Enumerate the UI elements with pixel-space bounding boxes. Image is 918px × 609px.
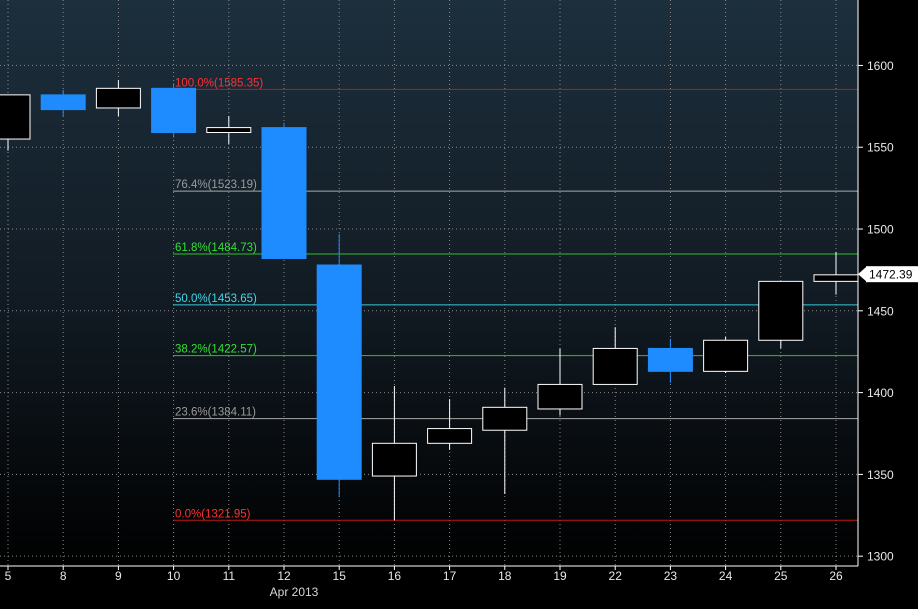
x-tick-label: 10 [167,569,181,583]
x-tick-label: 23 [664,569,678,583]
x-tick-label: 8 [60,569,67,583]
x-tick-label: 19 [553,569,567,583]
fib-level-label: 61.8%(1484.73) [175,242,257,254]
x-tick-label: 9 [115,569,122,583]
x-tick-label: 15 [333,569,347,583]
fib-level-label: 0.0%(1321.95) [175,508,251,520]
x-tick-label: 16 [388,569,402,583]
x-tick-label: 12 [277,569,291,583]
candle-body [261,127,307,259]
x-tick-label: 17 [443,569,457,583]
candle-body [703,339,749,372]
x-tick-label: 26 [829,569,843,583]
x-tick-label: 18 [498,569,512,583]
fib-level-label: 50.0%(1453.65) [175,293,257,305]
candle-body [371,442,417,477]
candle-body [758,280,804,341]
candle-body [316,264,362,480]
x-tick-label: 22 [609,569,623,583]
y-tick-label: 1300 [867,550,894,564]
x-tick-label: 25 [774,569,788,583]
y-tick-label: 1550 [867,141,894,155]
x-tick-label: 5 [5,569,12,583]
x-tick-label: 11 [223,569,236,583]
candle-body [206,127,252,134]
candle-body [151,87,197,134]
fib-level-label: 100.0%(1585.35) [175,77,263,89]
candle-body [813,274,859,282]
x-tick-label: 24 [719,569,733,583]
candle-body [647,347,693,372]
candle-body [592,347,638,385]
last-price-label: 1472.39 [869,268,913,282]
candle-body [95,87,141,109]
y-tick-label: 1600 [867,59,894,73]
y-tick-label: 1400 [867,386,894,400]
axis-background [858,0,918,604]
fib-level-label: 38.2%(1422.57) [175,344,257,356]
y-tick-label: 1500 [867,223,894,237]
candle-body [40,94,86,111]
fib-level-label: 76.4%(1523.19) [175,179,257,191]
plot-background [0,0,858,566]
fib-level-label: 23.6%(1384.11) [175,407,256,419]
candle-body [427,428,473,444]
x-axis-month-label: Apr 2013 [270,585,319,599]
candle-body [482,406,528,431]
candle-body [537,383,583,410]
candlestick-chart: 100.0%(1585.35) 76.4%(1523.19) 61.8%(1484.… [0,0,918,604]
candle-body [0,94,31,140]
y-tick-label: 1350 [867,468,894,482]
y-tick-label: 1450 [867,304,894,318]
chart-svg: 100.0%(1585.35) 76.4%(1523.19) 61.8%(1484.… [0,0,918,604]
